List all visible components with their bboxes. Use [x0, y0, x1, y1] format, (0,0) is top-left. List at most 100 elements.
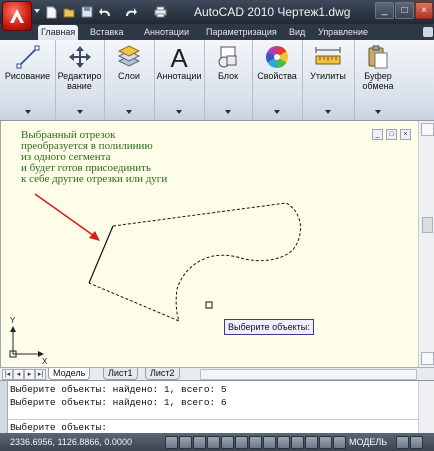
- panel-clipboard[interactable]: Буфер обмена: [354, 40, 402, 120]
- redo-icon[interactable]: [123, 5, 137, 19]
- first-tab-icon[interactable]: |◂: [2, 369, 13, 380]
- quick-properties-icon[interactable]: [305, 436, 318, 449]
- drawing-canvas[interactable]: Y X Выбранный отрезок преобразуется в по…: [0, 121, 419, 367]
- layout-tab-sheet2[interactable]: Лист2: [145, 368, 180, 380]
- selection-cycling-icon[interactable]: [319, 436, 332, 449]
- open-icon[interactable]: [62, 5, 76, 19]
- ribbon-panel: Рисование Редактиро вание Слои A Аннотац…: [0, 40, 434, 121]
- selected-polyline: [88, 202, 301, 322]
- object-snap-icon[interactable]: [221, 436, 234, 449]
- command-history-line: Выберите объекты: найдено: 1, всего: 6: [10, 397, 227, 408]
- panel-modify[interactable]: Редактиро вание: [55, 40, 105, 120]
- scroll-thumb[interactable]: [422, 217, 433, 233]
- maximize-button[interactable]: □: [395, 2, 414, 19]
- panel-utilities-label: Утилиты: [310, 71, 346, 81]
- ortho-mode-icon[interactable]: [193, 436, 206, 449]
- command-line-grip[interactable]: [0, 381, 8, 434]
- lineweight-icon[interactable]: [291, 436, 304, 449]
- panel-clipboard-label: Буфер обмена: [362, 71, 394, 91]
- tab-home[interactable]: Главная: [38, 25, 79, 40]
- object-snap-tracking-icon[interactable]: [249, 436, 262, 449]
- viewport-close-button[interactable]: ×: [400, 129, 411, 140]
- minimize-button[interactable]: _: [375, 2, 394, 19]
- autocad-window: AutoCAD 2010 Чертеж1.dwg _ □ × Главная В…: [0, 0, 434, 451]
- dynamic-input-tooltip: Выберите объекты:: [224, 319, 314, 335]
- panel-layers-label: Слои: [118, 71, 140, 81]
- undo-dropdown-icon[interactable]: [116, 10, 120, 14]
- qat-customize-icon[interactable]: [171, 10, 175, 14]
- command-prompt: Выберите объекты:: [10, 422, 107, 433]
- panel-block-label: Блок: [217, 71, 239, 81]
- tab-view[interactable]: Вид: [286, 25, 308, 39]
- command-line-window: Выберите объекты: найдено: 1, всего: 5 В…: [0, 380, 434, 434]
- window-title: AutoCAD 2010 Чертеж1.dwg: [194, 5, 351, 19]
- dynamic-input-icon[interactable]: [277, 436, 290, 449]
- tab-annotate[interactable]: Аннотации: [141, 25, 192, 39]
- panel-draw[interactable]: Рисование: [0, 40, 56, 120]
- panel-clipboard-expand-icon[interactable]: [375, 110, 381, 114]
- panel-utilities[interactable]: Утилиты: [302, 40, 355, 120]
- command-input[interactable]: Выберите объекты:: [8, 419, 418, 433]
- viewport-layout-icon[interactable]: [396, 436, 409, 449]
- command-history-line: Выберите объекты: найдено: 1, всего: 5: [10, 384, 227, 395]
- save-icon[interactable]: [80, 5, 94, 19]
- callout-arrow-head: [89, 231, 100, 241]
- tab-parametric[interactable]: Параметризация: [203, 25, 280, 39]
- measure-icon: [313, 42, 343, 72]
- grid-display-icon[interactable]: [179, 436, 192, 449]
- snap-mode-icon[interactable]: [165, 436, 178, 449]
- annotation-monitor-icon[interactable]: [333, 436, 346, 449]
- panel-annotation-label: Аннотации: [156, 71, 202, 81]
- move-arrows-icon: [65, 42, 95, 72]
- text-a-icon: A: [164, 42, 194, 72]
- close-button[interactable]: ×: [415, 2, 433, 19]
- panel-draw-expand-icon[interactable]: [24, 110, 31, 114]
- block-icon: [213, 42, 243, 72]
- viewport-minimize-button[interactable]: _: [372, 129, 383, 140]
- last-tab-icon[interactable]: ▸|: [35, 369, 46, 380]
- ribbon-tabs: Главная Вставка Аннотации Параметризация…: [0, 24, 434, 40]
- clipboard-icon: [363, 42, 393, 72]
- tab-insert[interactable]: Вставка: [87, 25, 126, 39]
- tab-manage[interactable]: Управление: [315, 25, 371, 39]
- model-space-toggle[interactable]: МОДЕЛЬ: [349, 436, 387, 448]
- color-wheel-icon: [262, 42, 292, 72]
- panel-draw-label: Рисование: [4, 71, 51, 81]
- status-bar-menu-icon[interactable]: [410, 436, 423, 449]
- pickbox-cursor: [205, 301, 213, 309]
- polar-tracking-icon[interactable]: [207, 436, 220, 449]
- panel-layers[interactable]: Слои: [104, 40, 155, 120]
- layout-tab-model[interactable]: Модель: [48, 368, 91, 380]
- scroll-down-icon[interactable]: [421, 352, 434, 365]
- panel-modify-expand-icon[interactable]: [76, 110, 83, 114]
- panel-properties[interactable]: Свойства: [252, 40, 303, 120]
- vertical-scrollbar[interactable]: [418, 121, 434, 367]
- undo-icon[interactable]: [98, 5, 112, 19]
- panel-properties-expand-icon[interactable]: [274, 110, 280, 114]
- ribbon-minimize-icon[interactable]: [423, 27, 433, 37]
- panel-annotation-expand-icon[interactable]: [176, 110, 182, 114]
- application-menu-button[interactable]: [2, 1, 32, 31]
- panel-block[interactable]: Блок: [204, 40, 253, 120]
- scroll-up-icon[interactable]: [421, 123, 434, 136]
- panel-layers-expand-icon[interactable]: [126, 110, 132, 114]
- print-icon[interactable]: [153, 5, 167, 19]
- horizontal-scrollbar[interactable]: [200, 369, 417, 380]
- svg-text:A: A: [170, 43, 188, 71]
- application-menu-arrow-icon[interactable]: [34, 9, 40, 13]
- panel-block-expand-icon[interactable]: [225, 110, 231, 114]
- 3d-object-snap-icon[interactable]: [235, 436, 248, 449]
- cursor-coordinates[interactable]: 2336.6956, 1126.8866, 0.0000: [10, 436, 132, 448]
- prev-tab-icon[interactable]: ◂: [13, 369, 24, 380]
- annotation-line: к себе другие отрезки или дуги: [21, 173, 168, 185]
- next-tab-icon[interactable]: ▸: [24, 369, 35, 380]
- panel-utilities-expand-icon[interactable]: [325, 110, 331, 114]
- layout-tab-sheet1[interactable]: Лист1: [103, 368, 138, 380]
- command-scrollbar[interactable]: [418, 381, 434, 434]
- viewport-restore-button[interactable]: □: [386, 129, 397, 140]
- callout-arrow: [34, 193, 98, 239]
- redo-dropdown-icon[interactable]: [141, 10, 145, 14]
- new-icon[interactable]: [44, 5, 58, 19]
- panel-annotation[interactable]: A Аннотации: [154, 40, 205, 120]
- dynamic-ucs-icon[interactable]: [263, 436, 276, 449]
